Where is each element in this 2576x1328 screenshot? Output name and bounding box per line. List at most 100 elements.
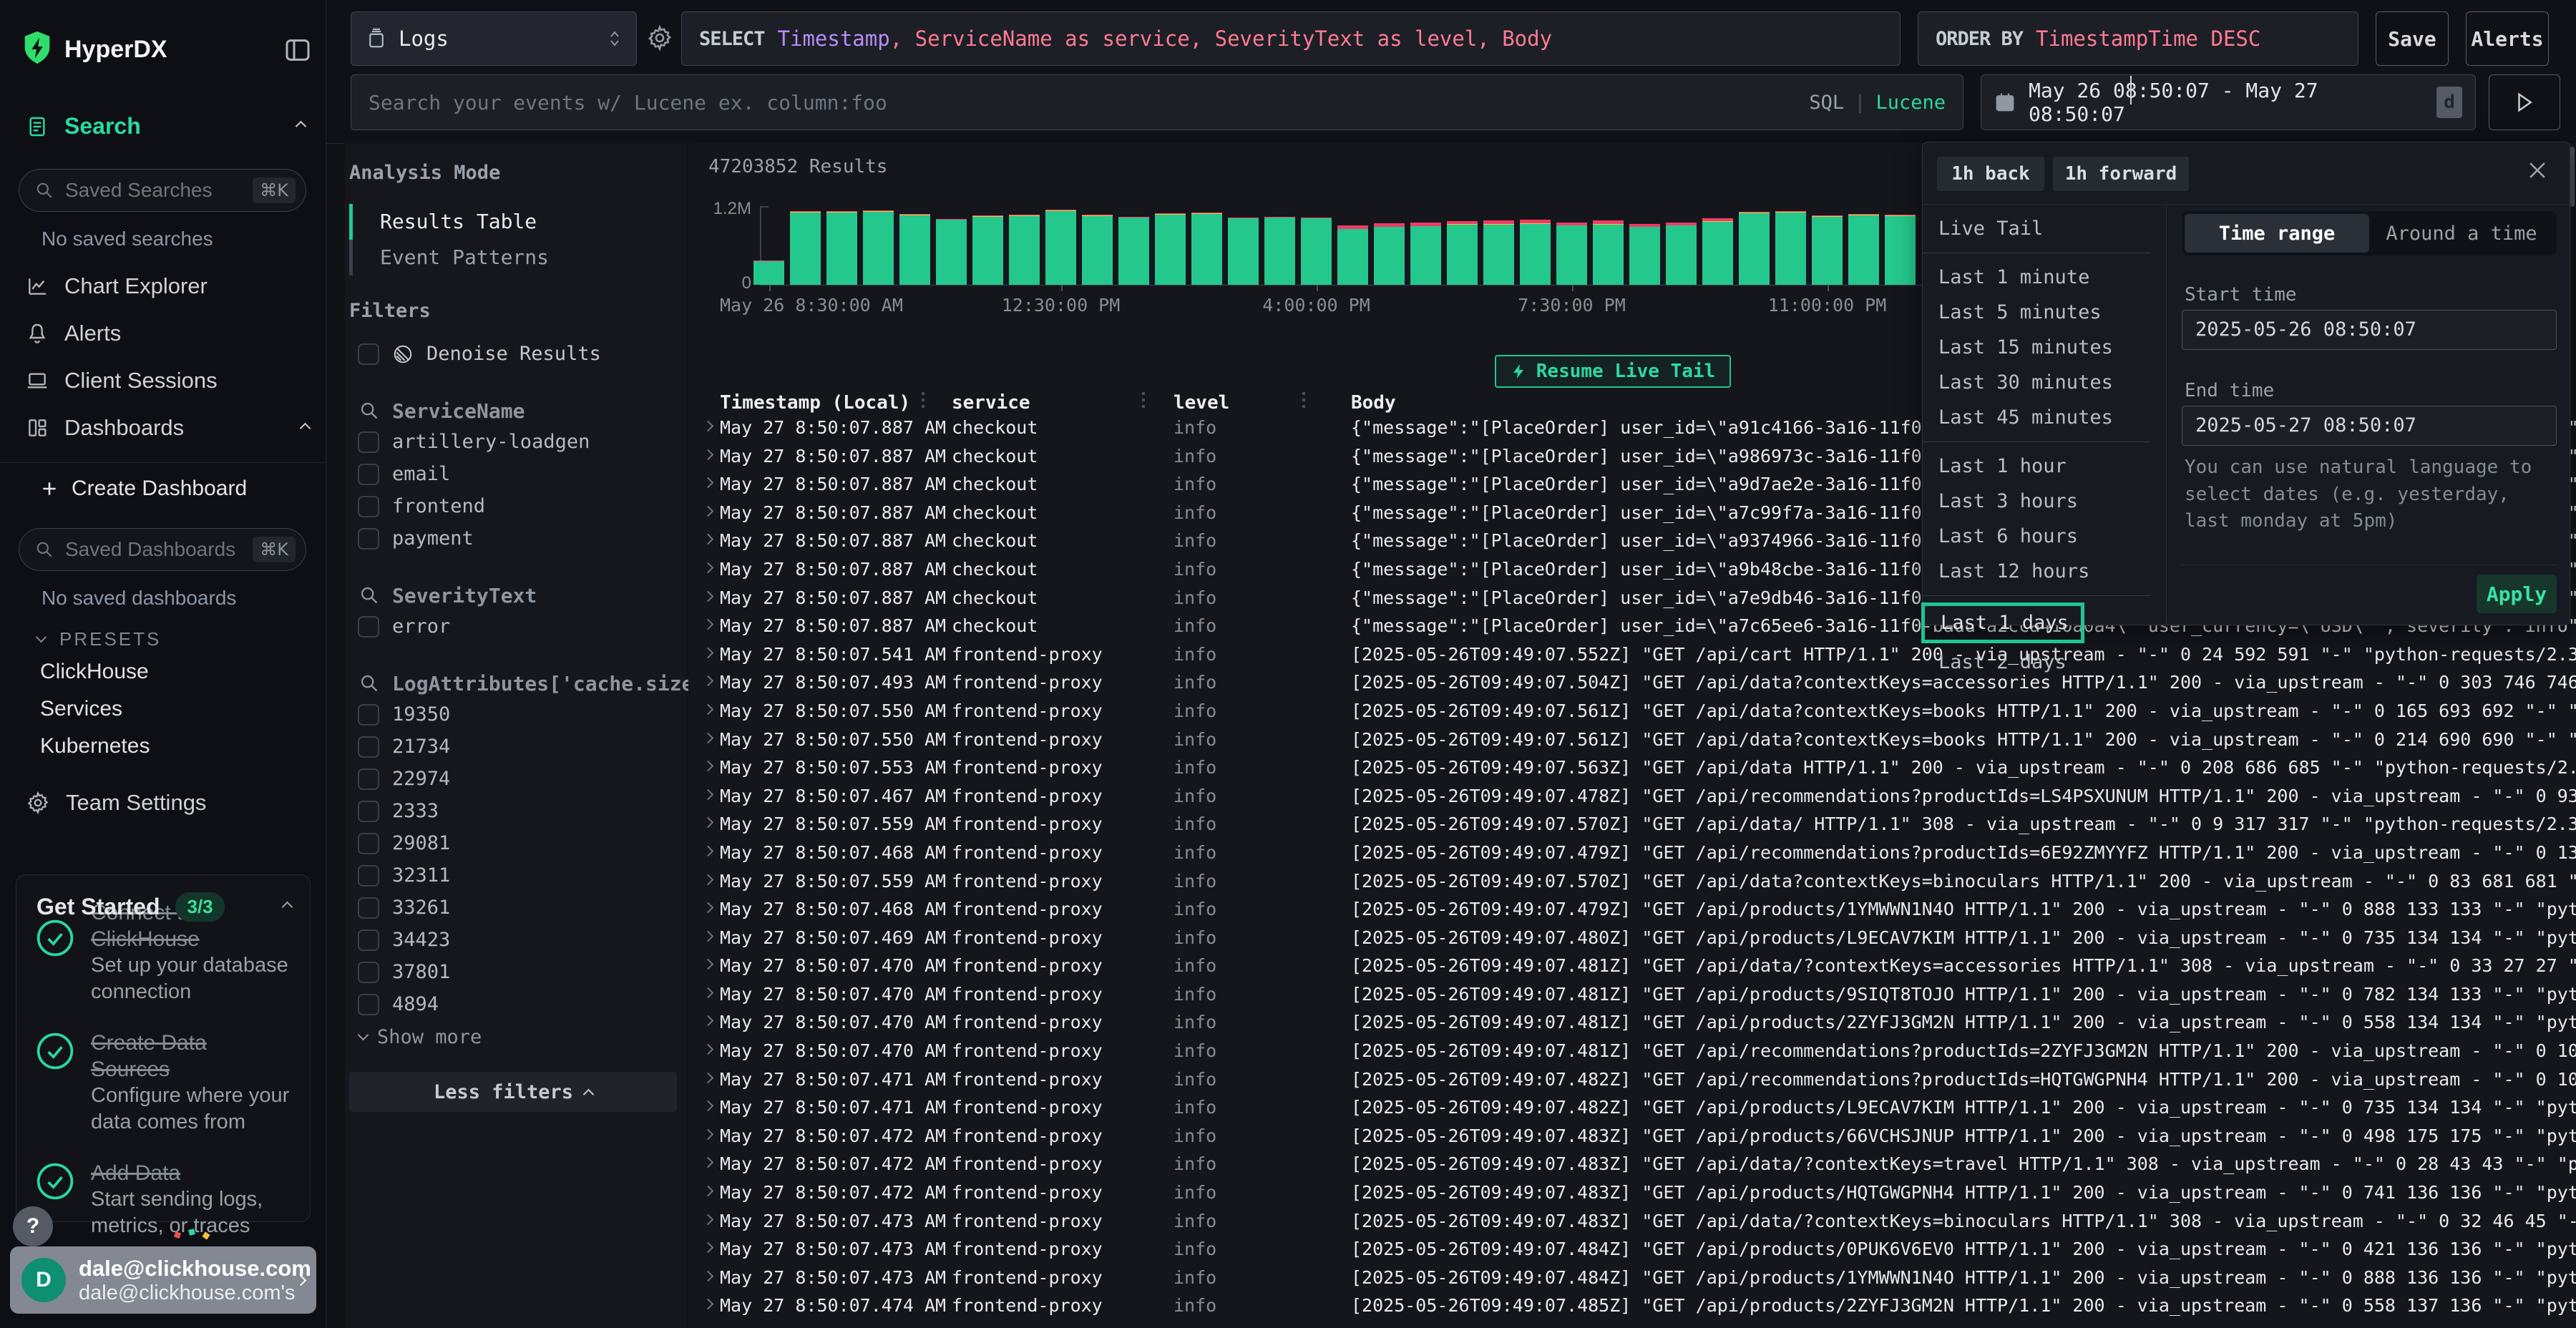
user-account-bar[interactable]: D dale@clickhouse.com dale@clickhouse.co…	[10, 1246, 316, 1314]
filter-option[interactable]: 22974	[349, 763, 687, 795]
histogram-bar[interactable]	[936, 219, 967, 285]
create-dashboard-button[interactable]: Create Dashboard	[40, 477, 247, 501]
filter-option[interactable]: 21734	[349, 731, 687, 763]
log-row[interactable]: May 27 8:50:07.474 AMfrontend-proxyinfo[…	[688, 1292, 2576, 1320]
expand-row-icon[interactable]	[703, 421, 714, 432]
get-started-item[interactable]: Create Data SourcesConfigure where your …	[16, 1005, 310, 1136]
filter-option[interactable]: 2333	[349, 795, 687, 827]
expand-row-icon[interactable]	[703, 1100, 714, 1112]
filter-option[interactable]: 32311	[349, 859, 687, 892]
expand-row-icon[interactable]	[703, 788, 714, 800]
time-preset-last-12-hours[interactable]: Last 12 hours	[1923, 554, 2166, 589]
shift-forward-button[interactable]: 1h forward	[2053, 157, 2189, 191]
histogram-bar[interactable]	[1848, 214, 1879, 285]
sql-select-input[interactable]: SELECT Timestamp, ServiceName as service…	[681, 11, 1901, 66]
log-row[interactable]: May 27 8:50:07.470 AMfrontend-proxyinfo[…	[688, 980, 2576, 1009]
expand-row-icon[interactable]	[703, 902, 714, 914]
sidebar-item-team-settings[interactable]: Team Settings	[26, 790, 206, 816]
expand-row-icon[interactable]	[703, 590, 714, 602]
histogram-bar[interactable]	[1885, 215, 1916, 285]
resume-live-tail-button[interactable]: Resume Live Tail	[1495, 355, 1731, 388]
expand-row-icon[interactable]	[703, 449, 714, 460]
histogram-bar[interactable]	[1082, 215, 1113, 285]
expand-row-icon[interactable]	[703, 1271, 714, 1282]
source-select[interactable]: Logs	[351, 11, 637, 66]
filter-checkbox[interactable]	[358, 962, 379, 983]
log-row[interactable]: May 27 8:50:07.469 AMfrontend-proxyinfo[…	[688, 924, 2576, 952]
filter-option[interactable]: error	[349, 610, 687, 643]
time-preset-last-45-minutes[interactable]: Last 45 minutes	[1923, 400, 2166, 435]
expand-row-icon[interactable]	[703, 619, 714, 630]
log-row[interactable]: May 27 8:50:07.467 AMfrontend-proxyinfo[…	[688, 782, 2576, 811]
column-header-service[interactable]: service	[952, 392, 1030, 414]
histogram-bar[interactable]	[826, 211, 857, 285]
time-preset-last-1-minute[interactable]: Last 1 minute	[1923, 260, 2166, 295]
log-row[interactable]: May 27 8:50:07.473 AMfrontend-proxyinfo[…	[688, 1207, 2576, 1236]
expand-row-icon[interactable]	[703, 930, 714, 942]
histogram-bar[interactable]	[753, 260, 784, 285]
log-row[interactable]: May 27 8:50:07.541 AMfrontend-proxyinfo[…	[688, 640, 2576, 669]
search-icon[interactable]	[359, 673, 379, 693]
histogram-bar[interactable]	[1410, 223, 1441, 285]
filter-option[interactable]: artillery-loadgen	[349, 426, 687, 458]
histogram-bar[interactable]	[790, 211, 821, 285]
help-button[interactable]: ?	[13, 1206, 53, 1246]
sidebar-item-search[interactable]: Search	[26, 113, 305, 140]
filter-option[interactable]: 19350	[349, 698, 687, 731]
log-row[interactable]: May 27 8:50:07.550 AMfrontend-proxyinfo[…	[688, 726, 2576, 754]
column-header-level[interactable]: level	[1174, 392, 1229, 414]
histogram-bar[interactable]	[1739, 212, 1770, 285]
sidebar-item-alerts[interactable]: Alerts	[26, 321, 121, 346]
column-header-body[interactable]: Body	[1351, 392, 1396, 414]
histogram-bar[interactable]	[1702, 218, 1733, 285]
filter-option[interactable]: 33261	[349, 892, 687, 924]
saved-dashboards-input[interactable]: Saved Dashboards ⌘K	[19, 528, 306, 571]
histogram-bar[interactable]	[1520, 220, 1551, 285]
sql-orderby-input[interactable]: ORDER BY TimestampTime DESC	[1918, 11, 2358, 66]
histogram-bar[interactable]	[1118, 217, 1149, 285]
histogram-bar[interactable]	[1301, 218, 1332, 285]
expand-row-icon[interactable]	[703, 817, 714, 829]
preset-item-services[interactable]: Services	[40, 697, 122, 721]
less-filters-button[interactable]: Less filters	[349, 1072, 677, 1112]
sidebar-item-client-sessions[interactable]: Client Sessions	[26, 368, 218, 394]
expand-row-icon[interactable]	[703, 647, 714, 658]
denoise-checkbox[interactable]	[358, 343, 379, 365]
preset-item-kubernetes[interactable]: Kubernetes	[40, 734, 150, 758]
tab-around-a-time[interactable]: Around a time	[2369, 214, 2554, 253]
expand-row-icon[interactable]	[703, 562, 714, 574]
run-query-button[interactable]	[2489, 74, 2560, 130]
save-button[interactable]: Save	[2376, 11, 2449, 66]
log-row[interactable]: May 27 8:50:07.470 AMfrontend-proxyinfo[…	[688, 1008, 2576, 1037]
filter-checkbox[interactable]	[358, 897, 379, 919]
column-header-timestamp[interactable]: Timestamp (Local)	[720, 392, 910, 414]
language-toggle-lucene[interactable]: Lucene	[1875, 92, 1946, 114]
expand-row-icon[interactable]	[703, 1129, 714, 1141]
histogram-bar[interactable]	[1228, 218, 1259, 285]
log-row[interactable]: May 27 8:50:07.559 AMfrontend-proxyinfo[…	[688, 867, 2576, 896]
histogram-bar[interactable]	[1009, 215, 1040, 285]
expand-row-icon[interactable]	[703, 732, 714, 743]
get-started-header[interactable]: Get Started 3/3	[36, 892, 291, 922]
expand-row-icon[interactable]	[703, 477, 714, 489]
date-range-input[interactable]: May 26 08:50:07 - May 27 08:50:07 d	[1981, 74, 2476, 130]
expand-row-icon[interactable]	[703, 704, 714, 716]
filter-checkbox[interactable]	[358, 464, 379, 485]
log-row[interactable]: May 27 8:50:07.473 AMfrontend-proxyinfo[…	[688, 1235, 2576, 1264]
log-row[interactable]: May 27 8:50:07.468 AMfrontend-proxyinfo[…	[688, 895, 2576, 924]
column-resize-handle[interactable]	[922, 392, 924, 409]
filter-checkbox[interactable]	[358, 801, 379, 822]
alerts-button[interactable]: Alerts	[2466, 11, 2549, 66]
time-preset-last-1-hour[interactable]: Last 1 hour	[1923, 449, 2166, 484]
expand-row-icon[interactable]	[703, 675, 714, 687]
histogram-bar[interactable]	[1483, 220, 1514, 285]
expand-row-icon[interactable]	[703, 534, 714, 545]
histogram-bar[interactable]	[1593, 220, 1624, 285]
expand-row-icon[interactable]	[703, 874, 714, 885]
search-input[interactable]: Search your events w/ Lucene ex. column:…	[351, 74, 1963, 130]
filter-option[interactable]: 4894	[349, 988, 687, 1020]
filter-option[interactable]: frontend	[349, 490, 687, 522]
filter-checkbox[interactable]	[358, 496, 379, 517]
end-time-input[interactable]: 2025-05-27 08:50:07	[2182, 406, 2557, 446]
source-settings-gear-icon[interactable]	[646, 24, 673, 52]
